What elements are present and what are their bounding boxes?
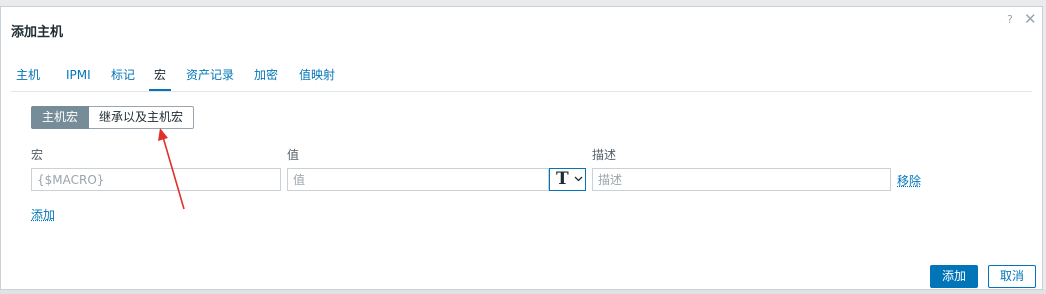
close-icon[interactable]: ✕ xyxy=(1024,11,1037,27)
macro-column-header: 宏 xyxy=(31,148,44,162)
value-column-header: 值 xyxy=(287,148,300,162)
tab-inventory[interactable]: 资产记录 xyxy=(181,65,239,89)
help-icon[interactable]: ? xyxy=(1007,13,1013,26)
tab-host[interactable]: 主机 xyxy=(11,65,45,89)
tab-ipmi[interactable]: IPMI xyxy=(61,65,96,89)
host-macros-option[interactable]: 主机宏 xyxy=(31,106,90,129)
description-input[interactable] xyxy=(592,168,891,191)
tab-encryption[interactable]: 加密 xyxy=(249,65,283,89)
description-column-header: 描述 xyxy=(592,148,617,162)
tab-bar: 主机 IPMI 标记 宏 资产记录 加密 值映射 xyxy=(11,65,1032,92)
add-macro-link[interactable]: 添加 xyxy=(31,206,55,223)
macro-input[interactable] xyxy=(31,168,281,191)
tab-macros[interactable]: 宏 xyxy=(149,65,172,91)
cancel-button[interactable]: 取消 xyxy=(988,265,1036,288)
text-type-icon: T xyxy=(556,169,569,189)
chevron-down-icon xyxy=(574,176,583,182)
tab-value-mapping[interactable]: 值映射 xyxy=(294,65,340,89)
inherited-and-host-macros-option[interactable]: 继承以及主机宏 xyxy=(89,106,195,129)
value-input[interactable] xyxy=(287,168,549,191)
remove-link[interactable]: 移除 xyxy=(897,172,921,189)
tab-tags[interactable]: 标记 xyxy=(106,65,140,89)
dialog-title: 添加主机 xyxy=(11,25,64,40)
value-type-dropdown[interactable]: T xyxy=(549,168,586,191)
add-button[interactable]: 添加 xyxy=(930,265,978,288)
add-host-dialog: 添加主机 ? ✕ 主机 IPMI 标记 宏 资产记录 加密 值映射 主机宏 继承… xyxy=(0,6,1043,290)
macro-scope-toggle: 主机宏 继承以及主机宏 xyxy=(31,106,195,129)
